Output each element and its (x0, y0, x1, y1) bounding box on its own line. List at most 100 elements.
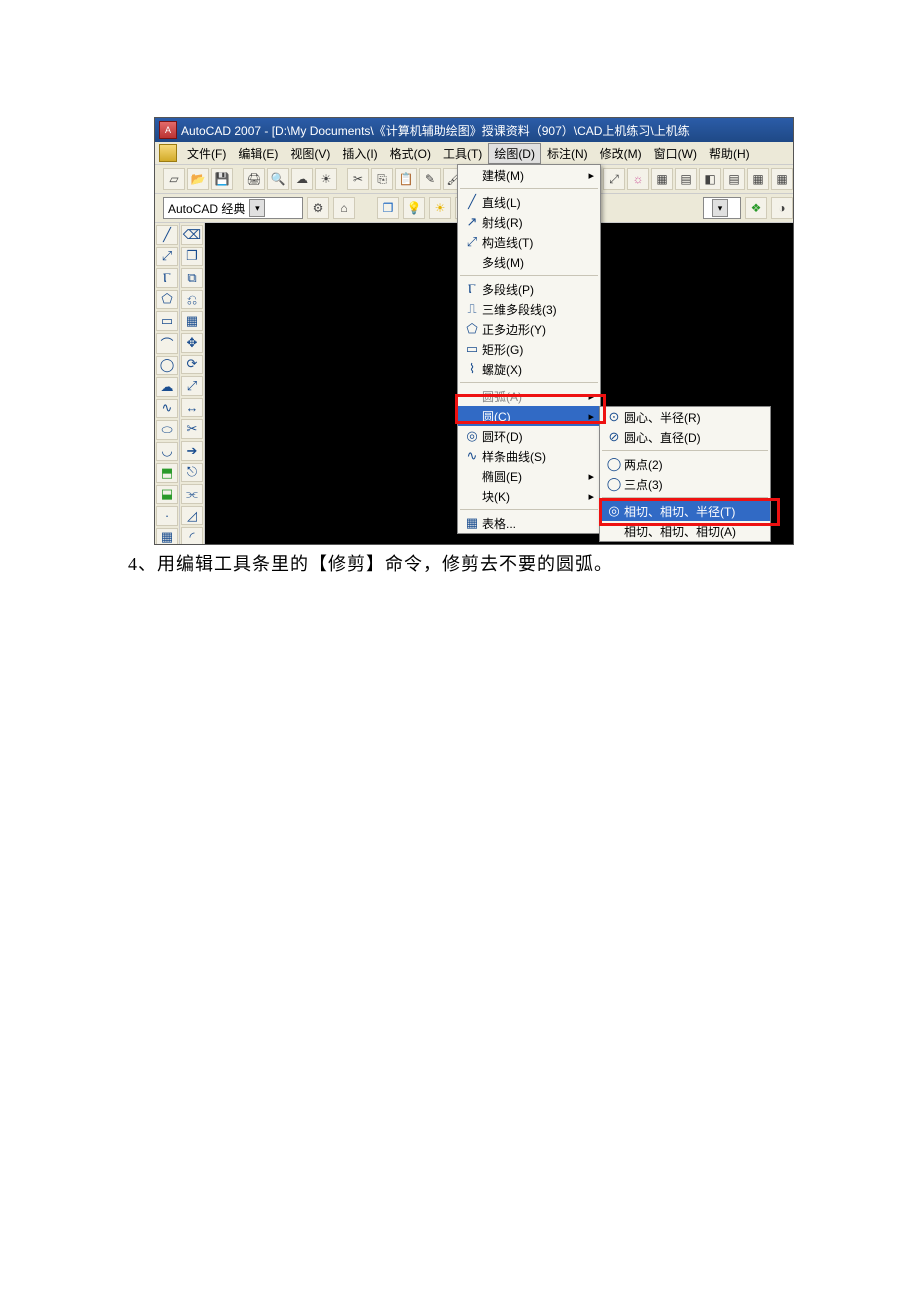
line-icon[interactable]: ╱ (156, 225, 178, 245)
menu-3dpoly[interactable]: ⎍ 三维多段线(3) (458, 299, 600, 319)
pline-icon[interactable]: Ⲅ (156, 268, 178, 288)
menu-xline[interactable]: ⤢ 构造线(T) (458, 232, 600, 252)
publish-icon[interactable]: ☁ (291, 168, 313, 190)
array-icon[interactable]: ▦ (181, 311, 203, 331)
move-icon[interactable]: ✥ (181, 333, 203, 353)
submenu-2pt[interactable]: ◯ 两点(2) (600, 454, 770, 474)
menu-file[interactable]: 文件(F) (181, 143, 232, 164)
spline-icon[interactable]: ∿ (156, 399, 178, 419)
xline-icon[interactable]: ⤢ (156, 247, 178, 267)
menu-rect[interactable]: ▭ 矩形(G) (458, 339, 600, 359)
menu-block[interactable]: 块(K) ▸ (458, 486, 600, 506)
ws-settings-icon[interactable]: ⚙ (307, 197, 329, 219)
cut-icon[interactable]: ✂ (347, 168, 369, 190)
menu-donut[interactable]: ◎ 圆环(D) (458, 426, 600, 446)
tool-f-icon[interactable]: ▦ (771, 168, 793, 190)
rect-icon: ▭ (462, 341, 482, 357)
submenu-center-radius[interactable]: ⊙ 圆心、半径(R) (600, 407, 770, 427)
menu-format[interactable]: 格式(O) (384, 143, 437, 164)
rotate-icon[interactable]: ⟳ (181, 355, 203, 375)
menu-ray[interactable]: ↗ 射线(R) (458, 212, 600, 232)
menu-polygon[interactable]: ⬠ 正多边形(Y) (458, 319, 600, 339)
extend-icon[interactable]: ➔ (181, 441, 203, 461)
stretch-icon[interactable]: ↔ (181, 398, 203, 418)
right-selector[interactable]: ▾ (703, 197, 741, 219)
join-icon[interactable]: ⫘ (181, 484, 203, 504)
circle-icon[interactable]: ◯ (156, 356, 178, 376)
menu-window[interactable]: 窗口(W) (648, 143, 703, 164)
menu-mline[interactable]: 多线(M) (458, 252, 600, 272)
submenu-3pt[interactable]: ◯ 三点(3) (600, 474, 770, 494)
scale-icon[interactable]: ⤢ (181, 376, 203, 396)
menu-insert[interactable]: 插入(I) (336, 143, 383, 164)
rect-icon[interactable]: ▭ (156, 311, 178, 331)
zoom-icon[interactable]: ⤢ (603, 168, 625, 190)
layer-freeze-icon[interactable]: ☀ (429, 197, 451, 219)
menu-ellipse[interactable]: 椭圆(E) ▸ (458, 466, 600, 486)
circle-ttr-icon: ◎ (604, 503, 624, 519)
sheet-icon[interactable]: ☀ (315, 168, 337, 190)
insert-block-icon[interactable]: ⬒ (156, 463, 178, 483)
save-icon[interactable]: 💾 (211, 168, 233, 190)
polygon-icon[interactable]: ⬠ (156, 290, 178, 310)
submenu-ttr[interactable]: ◎ 相切、相切、半径(T) (600, 501, 770, 521)
plot-icon[interactable]: 🖨 (243, 168, 265, 190)
make-block-icon[interactable]: ⬓ (156, 485, 178, 505)
ellipse-arc-icon[interactable]: ◡ (156, 442, 178, 462)
chamfer-icon[interactable]: ◿ (181, 506, 203, 526)
tool-a-icon[interactable]: ☼ (627, 168, 649, 190)
layers-icon[interactable]: ❒ (377, 197, 399, 219)
right-a-icon[interactable]: ❖ (745, 197, 767, 219)
menu-draw[interactable]: 绘图(D) (488, 143, 541, 164)
menu-edit[interactable]: 编辑(E) (232, 143, 284, 164)
hatch-icon[interactable]: ▦ (156, 528, 178, 546)
line-icon: ╱ (462, 194, 482, 210)
submenu-tta[interactable]: 相切、相切、相切(A) (600, 521, 770, 541)
tool-b-icon[interactable]: ▦ (651, 168, 673, 190)
menu-help[interactable]: 帮助(H) (703, 143, 756, 164)
preview-icon[interactable]: 🔍 (267, 168, 289, 190)
dropdown-icon[interactable]: ▾ (712, 199, 728, 217)
dropdown-icon[interactable]: ▾ (249, 199, 265, 217)
draw-toolbar: ╱ ⤢ Ⲅ ⬠ ▭ ⌒ ◯ ☁ ∿ ⬭ ◡ ⬒ ⬓ · ▦ (155, 223, 180, 545)
workspace-selector[interactable]: AutoCAD 经典 ▾ (163, 197, 303, 219)
menu-view[interactable]: 视图(V) (284, 143, 336, 164)
calc-icon[interactable]: ▦ (747, 168, 769, 190)
submenu-center-diam[interactable]: ⊘ 圆心、直径(D) (600, 427, 770, 447)
menu-arc[interactable]: 圆弧(A) ▸ (458, 386, 600, 406)
mirror-icon[interactable]: ⧉ (181, 268, 203, 288)
match-icon[interactable]: ✎ (419, 168, 441, 190)
open-icon[interactable]: 📂 (187, 168, 209, 190)
table-icon: ▦ (462, 515, 482, 531)
layer-on-icon[interactable]: 💡 (403, 197, 425, 219)
erase-icon[interactable]: ⌫ (181, 225, 203, 245)
new-icon[interactable]: ▱ (163, 168, 185, 190)
revcloud-icon[interactable]: ☁ (156, 377, 178, 397)
menu-table[interactable]: ▦ 表格... (458, 513, 600, 533)
trim-icon[interactable]: ✂ (181, 419, 203, 439)
menu-tools[interactable]: 工具(T) (437, 143, 488, 164)
tool-c-icon[interactable]: ▤ (675, 168, 697, 190)
tool-e-icon[interactable]: ▤ (723, 168, 745, 190)
menu-helix[interactable]: ⌇ 螺旋(X) (458, 359, 600, 379)
tool-d-icon[interactable]: ◧ (699, 168, 721, 190)
arc-icon[interactable]: ⌒ (156, 333, 178, 354)
3dpoly-icon: ⎍ (462, 301, 482, 317)
menu-model[interactable]: 建模(M) ▸ (458, 165, 600, 185)
menu-dim[interactable]: 标注(N) (541, 143, 594, 164)
fillet-icon[interactable]: ◜ (181, 527, 203, 545)
menu-pline[interactable]: Ⲅ 多段线(P) (458, 279, 600, 299)
right-b-icon[interactable]: ◑ (771, 197, 793, 219)
menu-line[interactable]: ╱ 直线(L) (458, 192, 600, 212)
break-icon[interactable]: ⎋ (181, 463, 203, 483)
menu-spline[interactable]: ∿ 样条曲线(S) (458, 446, 600, 466)
ellipse-icon[interactable]: ⬭ (156, 420, 178, 440)
menu-circle[interactable]: 圆(C) ▸ (458, 406, 600, 426)
copy-icon[interactable]: ⎘ (371, 168, 393, 190)
ws-home-icon[interactable]: ⌂ (333, 197, 355, 219)
offset-icon[interactable]: ⎌ (181, 290, 203, 310)
paste-icon[interactable]: 📋 (395, 168, 417, 190)
copy-obj-icon[interactable]: ❐ (181, 247, 203, 267)
point-icon[interactable]: · (156, 506, 178, 526)
menu-modify[interactable]: 修改(M) (594, 143, 648, 164)
